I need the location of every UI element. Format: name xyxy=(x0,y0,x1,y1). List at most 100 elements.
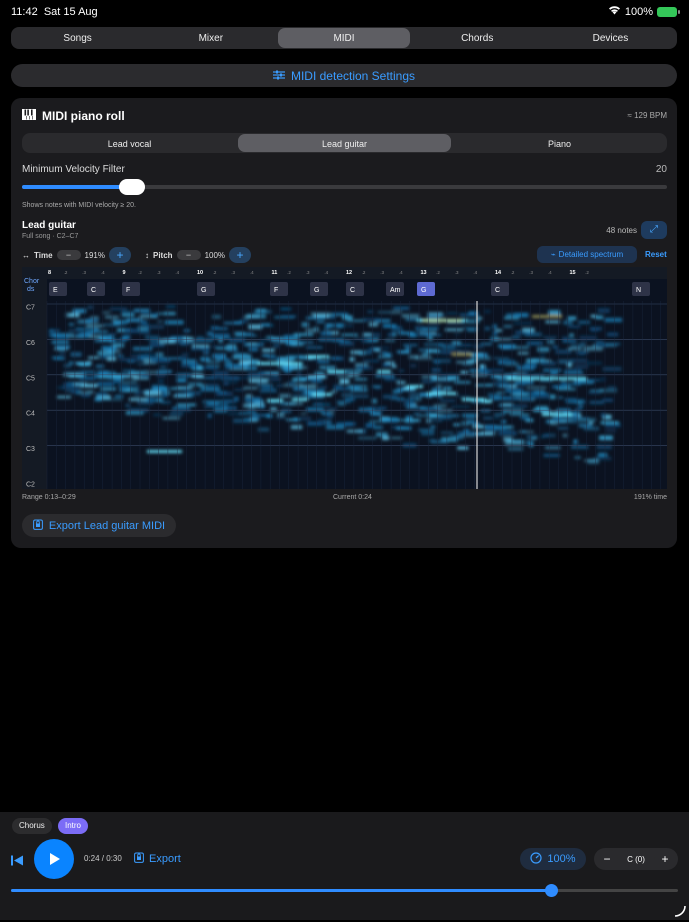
beat-label: .3 xyxy=(529,270,533,275)
piano-icon xyxy=(22,109,36,123)
chord-label: G xyxy=(421,287,426,294)
chord-box[interactable]: C xyxy=(491,282,509,296)
file-lock-icon xyxy=(134,851,144,866)
beat-label: .2 xyxy=(585,270,589,275)
midi-detection-settings-button[interactable]: MIDI detection Settings xyxy=(11,64,677,87)
time-zoom-plus[interactable]: + xyxy=(109,247,131,263)
chord-box[interactable]: G xyxy=(197,282,215,296)
bar-number: 12 xyxy=(346,270,352,276)
piano-roll[interactable]: Chor ds 8.2.3.4 9.2.3.4 10.2.3.4 11.2.3.4 12.… xyxy=(22,267,667,489)
skip-back-icon[interactable] xyxy=(11,853,23,871)
expand-button[interactable]: ⤢ xyxy=(641,221,667,239)
pitch-label: C2 xyxy=(26,482,35,489)
pitch-label: C5 xyxy=(26,375,35,382)
velocity-label: Minimum Velocity Filter xyxy=(22,164,125,175)
time-label: Time xyxy=(34,250,53,260)
chord-label: C xyxy=(91,287,96,294)
pitch-label: C3 xyxy=(26,446,35,453)
section-chip-chorus[interactable]: Chorus xyxy=(12,818,52,834)
time-zoom-minus[interactable]: − xyxy=(56,250,81,260)
pitch-zoom-value: 100% xyxy=(204,250,226,260)
bar-number: 14 xyxy=(495,270,502,276)
chord-box[interactable]: G xyxy=(310,282,328,296)
status-time: 11:42 Sat 15 Aug xyxy=(11,6,98,18)
range-text: Range 0:13–0:29 xyxy=(22,494,76,501)
transpose-down-button[interactable]: − xyxy=(596,850,618,868)
bar-number: 13 xyxy=(421,270,427,276)
beat-label: .3 xyxy=(157,270,161,275)
transpose-up-button[interactable]: + xyxy=(654,850,676,868)
chord-box[interactable]: G xyxy=(417,282,435,296)
section-chip-intro[interactable]: Intro xyxy=(58,818,89,834)
transport-bar xyxy=(0,812,689,920)
playback-progress[interactable] xyxy=(11,889,678,892)
tab-chords[interactable]: Chords xyxy=(412,28,543,48)
chord-label: F xyxy=(126,287,130,294)
speedometer-icon xyxy=(530,851,543,867)
chord-box[interactable]: F xyxy=(122,282,140,296)
key-value: C (0) xyxy=(627,854,645,864)
track-selector: Lead vocal Lead guitar Piano xyxy=(22,133,667,153)
chord-box[interactable]: N xyxy=(632,282,650,296)
chord-box[interactable]: C xyxy=(346,282,364,296)
wifi-icon xyxy=(608,5,621,18)
time-zoom-text: 191% time xyxy=(633,494,667,501)
panel-title: MIDI piano roll xyxy=(22,109,125,123)
beat-label: .3 xyxy=(380,270,384,275)
velocity-slider-thumb[interactable] xyxy=(118,179,145,195)
tab-mixer[interactable]: Mixer xyxy=(145,28,276,48)
resize-corner-icon xyxy=(674,904,686,922)
velocity-slider-fill xyxy=(22,185,132,189)
beat-label: .4 xyxy=(175,270,179,275)
pitch-zoom-minus[interactable]: − xyxy=(176,250,201,260)
beat-label: .3 xyxy=(82,270,86,275)
horizontal-arrows-icon: ↔ xyxy=(22,250,30,260)
current-time-text: Current 0:24 xyxy=(333,494,372,501)
beat-label: .4 xyxy=(548,270,552,275)
chord-box[interactable]: F xyxy=(270,282,288,296)
track-tab-lead-vocal[interactable]: Lead vocal xyxy=(23,134,236,152)
beat-label: .4 xyxy=(324,270,328,275)
beat-label: .4 xyxy=(399,270,403,275)
chord-box[interactable]: Am xyxy=(386,282,404,296)
detailed-spectrum-button[interactable]: ⌁ Detailed spectrum xyxy=(537,246,637,263)
reset-button[interactable]: Reset xyxy=(645,250,667,259)
beat-label: .2 xyxy=(138,270,142,275)
chord-label: E xyxy=(53,287,58,294)
beat-label: .3 xyxy=(231,270,235,275)
bar-number: 11 xyxy=(272,270,278,276)
track-tab-piano[interactable]: Piano xyxy=(453,134,666,152)
waveform-icon: ⌁ xyxy=(550,250,556,259)
pitch-label: Pitch xyxy=(153,250,173,260)
tab-songs[interactable]: Songs xyxy=(12,28,143,48)
beat-label: .3 xyxy=(306,270,310,275)
sliders-icon xyxy=(272,69,285,83)
beat-label: .2 xyxy=(362,270,366,275)
play-button[interactable] xyxy=(34,839,74,879)
bar-number: 9 xyxy=(123,270,126,276)
key-transpose-control: − C (0) + xyxy=(594,848,678,870)
chord-box[interactable]: C xyxy=(87,282,105,296)
main-tabs: Songs Mixer MIDI Chords Devices xyxy=(11,27,677,49)
chord-label: N xyxy=(636,287,641,294)
playback-speed-button[interactable]: 100% xyxy=(520,848,586,870)
chord-label: F xyxy=(274,287,278,294)
pitch-label: C4 xyxy=(26,411,35,418)
beat-label: .4 xyxy=(250,270,254,275)
expand-icon: ⤢ xyxy=(650,224,658,235)
export-midi-button[interactable]: Export Lead guitar MIDI xyxy=(22,514,176,537)
export-audio-button[interactable]: Export xyxy=(134,851,181,866)
chord-box[interactable]: E xyxy=(49,282,67,296)
chord-label: C xyxy=(350,287,355,294)
beat-label: .2 xyxy=(287,270,291,275)
beat-label: .4 xyxy=(101,270,105,275)
chord-label: C xyxy=(495,287,500,294)
beat-label: .2 xyxy=(64,270,68,275)
tab-devices[interactable]: Devices xyxy=(545,28,676,48)
track-tab-lead-guitar[interactable]: Lead guitar xyxy=(238,134,451,152)
beat-label: .2 xyxy=(436,270,440,275)
tab-midi[interactable]: MIDI xyxy=(278,28,410,48)
pitch-zoom-plus[interactable]: + xyxy=(229,247,252,263)
vertical-arrows-icon: ↕ xyxy=(145,250,149,260)
status-right: 100% xyxy=(608,5,680,18)
